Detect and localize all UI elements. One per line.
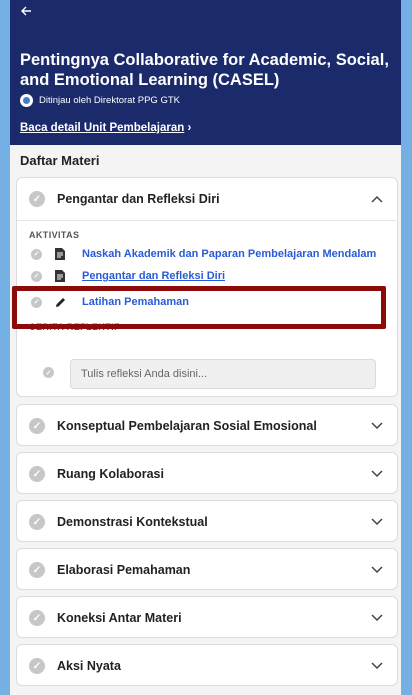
- check-circle-icon: ✓: [29, 610, 45, 626]
- module-title: Koneksi Antar Materi: [57, 611, 182, 625]
- reflection-input[interactable]: Tulis refleksi Anda disini...: [70, 359, 376, 389]
- activity-label[interactable]: Pengantar dan Refleksi Diri: [82, 270, 225, 282]
- chevron-down-icon[interactable]: [371, 662, 385, 670]
- left-background-strip: [0, 0, 10, 695]
- module-header[interactable]: ✓ Koneksi Antar Materi: [17, 597, 397, 639]
- reflection-placeholder: Tulis refleksi Anda disini...: [81, 368, 208, 380]
- material-list-title: Daftar Materi: [20, 153, 100, 168]
- pencil-icon: [55, 297, 67, 308]
- check-circle-icon: ✓: [29, 562, 45, 578]
- module-header-pengantar[interactable]: ✓ Pengantar dan Refleksi Diri: [17, 178, 397, 220]
- module-card[interactable]: ✓ Aksi Nyata: [16, 644, 398, 686]
- chevron-down-icon[interactable]: [371, 518, 385, 526]
- chevron-up-icon[interactable]: [371, 195, 385, 203]
- chevron-down-icon[interactable]: [371, 422, 385, 430]
- module-header[interactable]: ✓ Demonstrasi Kontekstual: [17, 501, 397, 543]
- module-title: Konseptual Pembelajaran Sosial Emosional: [57, 419, 317, 433]
- unit-header: Pentingnya Collaborative for Academic, S…: [10, 0, 401, 145]
- document-icon: [55, 248, 67, 260]
- check-circle-icon: ✓: [31, 270, 42, 282]
- reviewer-text: Ditinjau oleh Direktorat PPG GTK: [39, 95, 180, 106]
- module-card[interactable]: ✓ Demonstrasi Kontekstual: [16, 500, 398, 542]
- back-arrow-icon[interactable]: [20, 2, 32, 22]
- check-circle-icon: ✓: [29, 514, 45, 530]
- module-header[interactable]: ✓ Elaborasi Pemahaman: [17, 549, 397, 591]
- check-circle-icon: ✓: [43, 367, 54, 378]
- activity-label[interactable]: Latihan Pemahaman: [82, 296, 189, 308]
- check-circle-icon: ✓: [29, 191, 45, 207]
- activities-label: AKTIVITAS: [29, 230, 80, 240]
- chevron-down-icon[interactable]: [371, 566, 385, 574]
- module-title: Elaborasi Pemahaman: [57, 563, 191, 577]
- unit-title: Pentingnya Collaborative for Academic, S…: [20, 51, 389, 89]
- module-card[interactable]: ✓ Ruang Kolaborasi: [16, 452, 398, 494]
- chevron-right-icon: ›: [187, 122, 192, 134]
- check-circle-icon: ✓: [31, 296, 42, 308]
- activity-item-naskah[interactable]: ✓ Naskah Akademik dan Paparan Pembelajar…: [17, 244, 397, 264]
- module-card[interactable]: ✓ Elaborasi Pemahaman: [16, 548, 398, 590]
- chevron-down-icon[interactable]: [371, 614, 385, 622]
- card-divider: [17, 220, 397, 221]
- module-header[interactable]: ✓ Ruang Kolaborasi: [17, 453, 397, 495]
- activity-item-pengantar[interactable]: ✓ Pengantar dan Refleksi Diri: [17, 266, 397, 286]
- module-header[interactable]: ✓ Aksi Nyata: [17, 645, 397, 687]
- unit-detail-link[interactable]: Baca detail Unit Pembelajaran ›: [20, 122, 191, 134]
- module-card[interactable]: ✓ Konseptual Pembelajaran Sosial Emosion…: [16, 404, 398, 446]
- module-card[interactable]: ✓ Koneksi Antar Materi: [16, 596, 398, 638]
- module-title: Ruang Kolaborasi: [57, 467, 164, 481]
- ministry-logo-icon: [20, 94, 33, 107]
- chevron-down-icon[interactable]: [371, 470, 385, 478]
- module-title: Pengantar dan Refleksi Diri: [57, 192, 220, 206]
- check-circle-icon: ✓: [29, 466, 45, 482]
- module-card-expanded: ✓ Pengantar dan Refleksi Diri AKTIVITAS …: [16, 177, 398, 397]
- module-title: Aksi Nyata: [57, 659, 121, 673]
- check-circle-icon: ✓: [31, 248, 42, 260]
- reviewer-info: Ditinjau oleh Direktorat PPG GTK: [20, 94, 180, 107]
- unit-detail-link-label[interactable]: Baca detail Unit Pembelajaran: [20, 122, 184, 134]
- activity-item-latihan[interactable]: ✓ Latihan Pemahaman: [17, 292, 397, 312]
- reflection-label: CERITA REFLEKTIF: [29, 322, 120, 332]
- document-icon: [55, 270, 67, 282]
- module-title: Demonstrasi Kontekstual: [57, 515, 208, 529]
- right-background-strip: [401, 0, 412, 695]
- activity-label[interactable]: Naskah Akademik dan Paparan Pembelajaran…: [82, 248, 376, 260]
- check-circle-icon: ✓: [29, 658, 45, 674]
- learning-unit-page: Pentingnya Collaborative for Academic, S…: [10, 0, 401, 695]
- check-circle-icon: ✓: [29, 418, 45, 434]
- module-header[interactable]: ✓ Konseptual Pembelajaran Sosial Emosion…: [17, 405, 397, 447]
